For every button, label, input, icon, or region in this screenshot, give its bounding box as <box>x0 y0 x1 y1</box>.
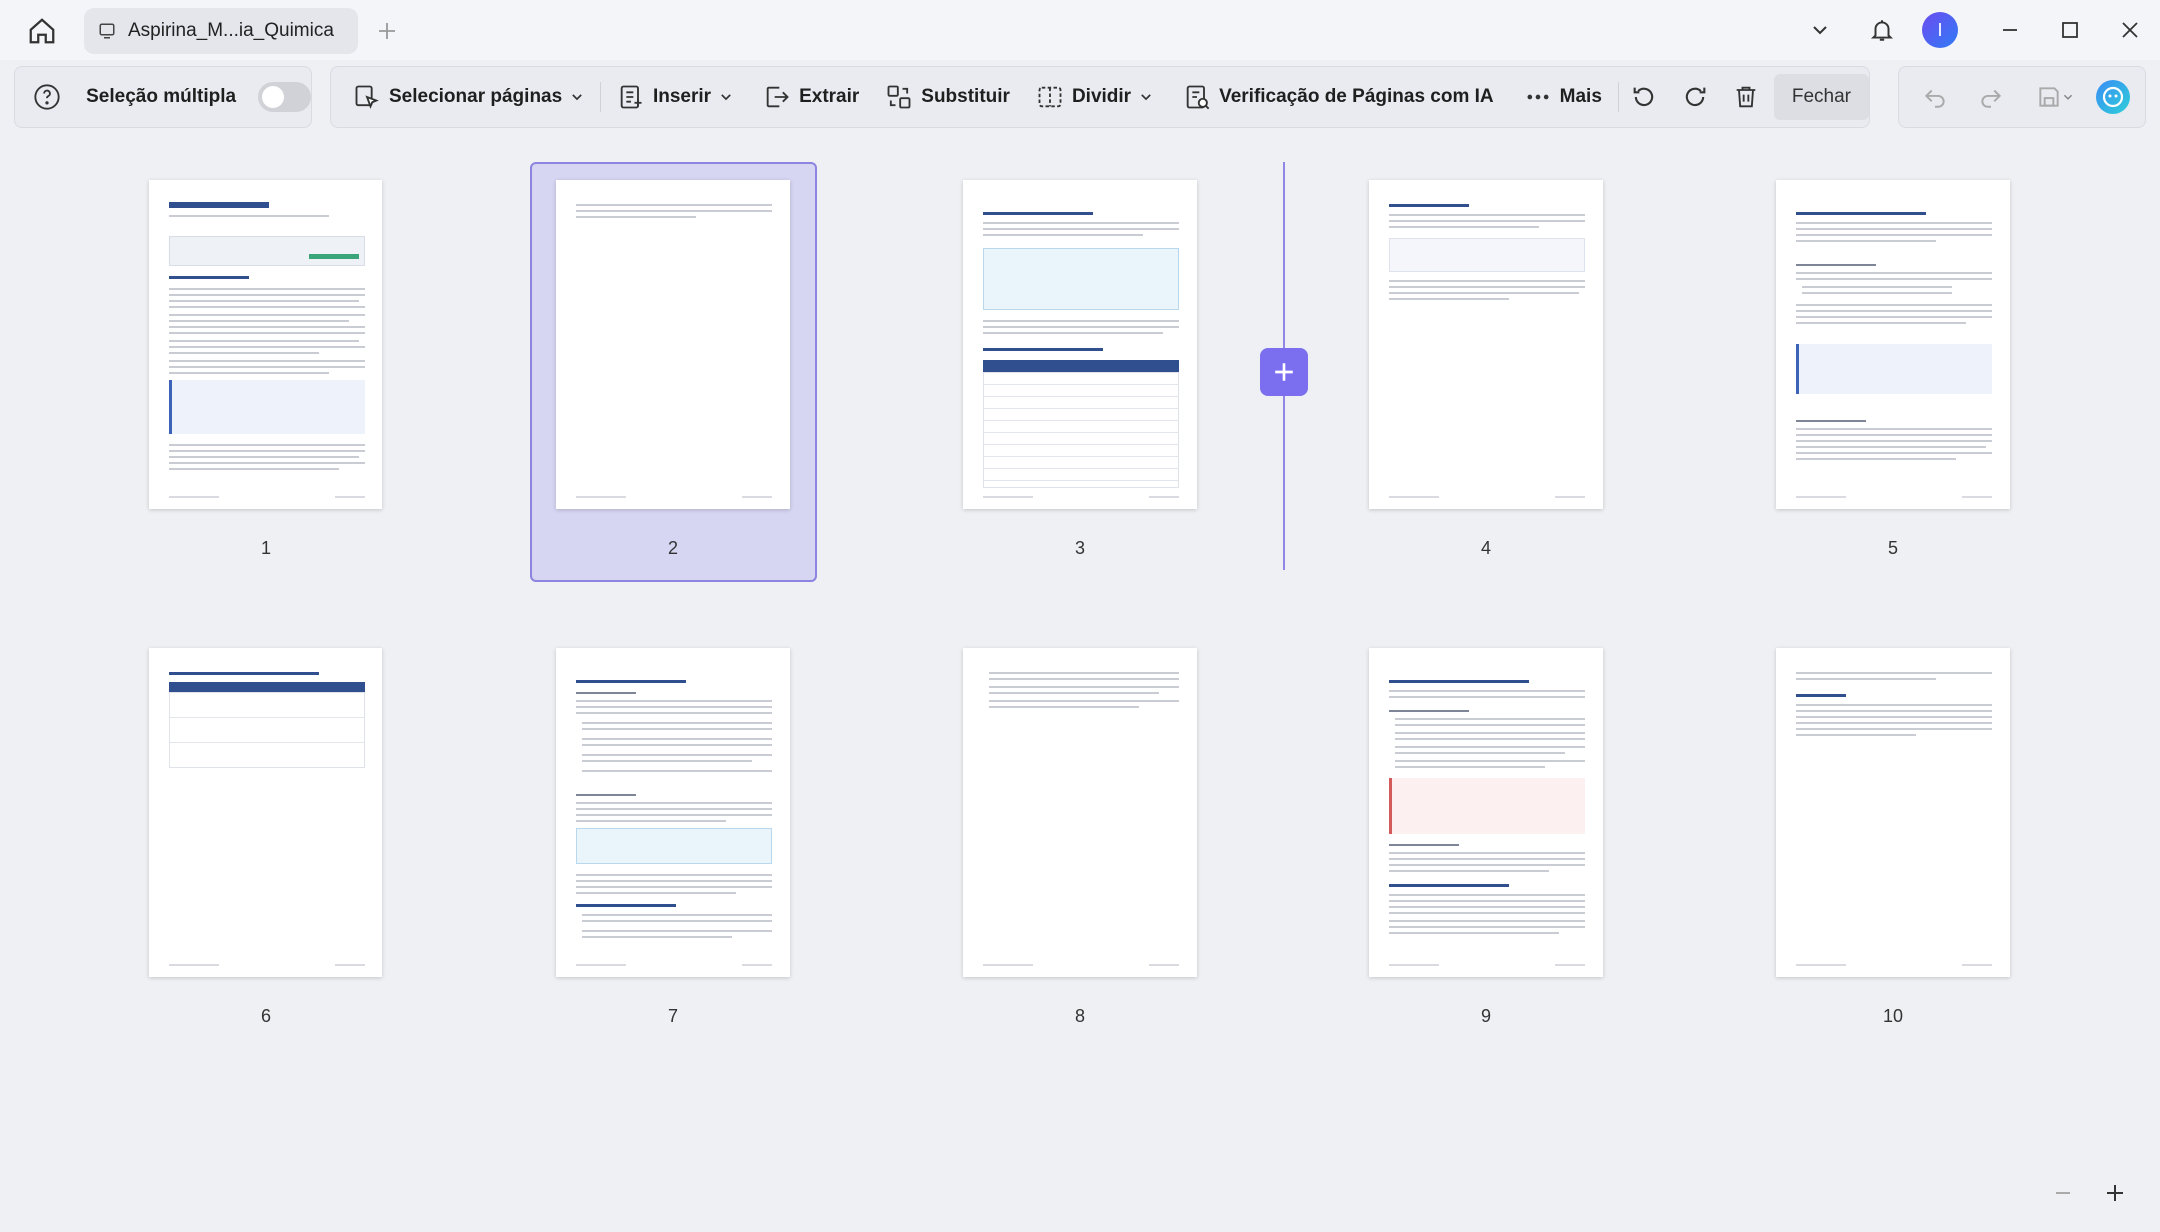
chevron-down-icon <box>1141 94 1151 101</box>
tabs-dropdown-button[interactable] <box>1800 12 1840 48</box>
help-icon <box>33 84 60 110</box>
replace-button[interactable]: Substituir <box>877 75 1018 119</box>
new-tab-icon <box>379 23 395 39</box>
home-button[interactable] <box>24 14 60 48</box>
ai-check-icon <box>1186 85 1210 110</box>
close-button[interactable]: Fechar <box>1773 74 1869 120</box>
multi-select-label: Seleção múltipla <box>86 86 237 107</box>
close-window-button[interactable] <box>2110 12 2150 48</box>
zoom-in-icon <box>2107 1185 2123 1201</box>
minimize-icon <box>2003 29 2017 31</box>
home-icon <box>29 18 55 44</box>
extract-button[interactable]: Extrair <box>755 75 867 119</box>
close-icon <box>2122 22 2138 38</box>
select-pages-icon <box>355 85 379 109</box>
page-thumbnail-8[interactable] <box>963 648 1197 977</box>
chevron-down-icon <box>721 94 731 101</box>
page-number-10: 10 <box>1882 1006 1904 1026</box>
avatar[interactable]: I <box>1922 12 1958 48</box>
select-pages-label: Selecionar páginas <box>389 86 563 107</box>
replace-label: Substituir <box>921 86 1010 107</box>
history-toolbar <box>1898 66 2146 128</box>
undo-icon <box>1924 89 1945 108</box>
more-label: Mais <box>1559 86 1602 107</box>
insert-icon <box>620 85 642 109</box>
page-thumbnail-7[interactable] <box>556 648 790 977</box>
undo-button[interactable] <box>1913 75 1957 119</box>
page-number-3: 3 <box>1074 538 1085 558</box>
chevron-down-icon <box>572 94 582 101</box>
replace-icon <box>887 85 911 109</box>
chevron-down-icon <box>1813 26 1827 35</box>
page-number-4: 4 <box>1480 538 1491 558</box>
more-icon <box>1527 94 1549 100</box>
page-thumbnail-3[interactable] <box>963 180 1197 509</box>
page-thumbnail-9[interactable] <box>1369 648 1603 977</box>
split-icon <box>1038 86 1062 108</box>
insert-label: Inserir <box>652 86 712 107</box>
bell-icon <box>1870 20 1894 41</box>
more-button[interactable]: Mais <box>1516 75 1610 119</box>
extract-icon <box>766 86 789 108</box>
notifications-button[interactable] <box>1862 12 1902 48</box>
ai-check-label: Verificação de Páginas com IA <box>1219 86 1494 107</box>
maximize-button[interactable] <box>2050 12 2090 48</box>
ai-page-check-button[interactable]: Verificação de Páginas com IA <box>1175 75 1502 119</box>
split-label: Dividir <box>1071 86 1132 107</box>
save-icon <box>2039 87 2059 107</box>
multi-select-toggle[interactable] <box>258 82 311 112</box>
page-thumbnail-1[interactable] <box>149 180 382 509</box>
help-button[interactable] <box>25 75 68 119</box>
zoom-in-button[interactable] <box>2100 1178 2130 1208</box>
delete-icon <box>1736 86 1756 108</box>
tab-title: Aspirina_M...ia_Quimica <box>128 20 334 41</box>
chevron-down-icon <box>2063 94 2073 100</box>
delete-button[interactable] <box>1729 75 1764 119</box>
page-toolbar: Selecionar páginas Inserir Extrair Subst… <box>330 66 1870 128</box>
zoom-out-icon <box>2056 1192 2070 1194</box>
page-number-8: 8 <box>1074 1006 1085 1026</box>
select-pages-button[interactable]: Selecionar páginas <box>345 75 592 119</box>
insert-button[interactable]: Inserir <box>609 75 741 119</box>
page-thumbnail-6[interactable] <box>149 648 382 977</box>
extract-label: Extrair <box>799 86 860 107</box>
multi-select-group: Seleção múltipla <box>14 66 312 128</box>
rotate-left-icon <box>1633 87 1654 107</box>
rotate-right-button[interactable] <box>1678 75 1713 119</box>
document-tab[interactable]: Aspirina_M...ia_Quimica <box>84 8 358 54</box>
page-number-1: 1 <box>260 538 271 558</box>
rotate-right-icon <box>1686 87 1706 107</box>
page-thumbnail-4[interactable] <box>1369 180 1603 509</box>
page-number-9: 9 <box>1480 1006 1491 1026</box>
plus-icon <box>1275 363 1293 381</box>
new-tab-button[interactable] <box>372 16 402 46</box>
save-button[interactable] <box>2025 75 2085 119</box>
page-thumbnail-10[interactable] <box>1776 648 2010 977</box>
page-number-2: 2 <box>667 538 678 558</box>
page-thumbnail-5[interactable] <box>1776 180 2010 509</box>
zoom-out-button[interactable] <box>2048 1178 2078 1208</box>
page-thumbnail-2[interactable] <box>556 180 790 509</box>
title-bar: Aspirina_M...ia_Quimica I <box>0 0 2160 60</box>
rotate-left-button[interactable] <box>1627 75 1662 119</box>
toolbar-divider <box>600 82 601 112</box>
toolbar-divider <box>1617 82 1619 112</box>
page-number-6: 6 <box>260 1006 271 1026</box>
page-number-7: 7 <box>667 1006 678 1026</box>
redo-button[interactable] <box>1969 75 2013 119</box>
insert-page-button[interactable] <box>1260 348 1308 396</box>
minimize-button[interactable] <box>1990 12 2030 48</box>
ai-assistant-button[interactable] <box>2091 75 2135 119</box>
redo-icon <box>1981 89 2002 108</box>
maximize-icon <box>2062 22 2078 38</box>
ai-assistant-icon <box>2096 80 2130 114</box>
page-number-5: 5 <box>1887 538 1898 558</box>
split-button[interactable]: Dividir <box>1028 75 1161 119</box>
tab-doc-icon <box>98 21 118 41</box>
